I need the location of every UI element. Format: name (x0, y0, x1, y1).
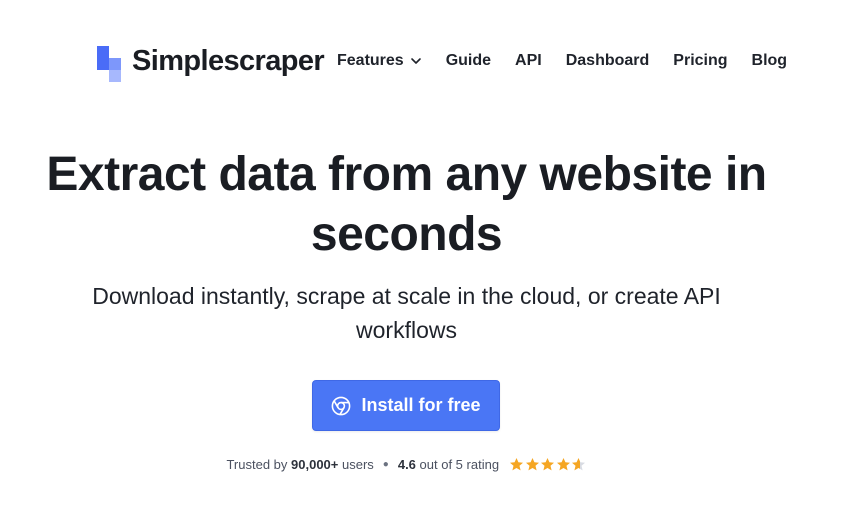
nav-features-label: Features (337, 52, 404, 69)
users-suffix: users (342, 457, 374, 472)
install-for-free-button[interactable]: Install for free (312, 380, 500, 431)
nav-features[interactable]: Features (337, 52, 422, 70)
star-icon (541, 458, 555, 471)
install-button-label: Install for free (361, 395, 481, 415)
logo-icon (97, 44, 121, 82)
chevron-down-icon (410, 58, 421, 64)
hero-title: Extract data from any website in seconds (0, 145, 813, 265)
trust-prefix: Trusted by (226, 457, 288, 472)
nav-pricing[interactable]: Pricing (673, 52, 727, 70)
brand-logo-link[interactable]: Simplescraper (97, 44, 325, 82)
star-icon (525, 458, 539, 471)
rating-stars (509, 457, 587, 472)
nav-dashboard[interactable]: Dashboard (566, 52, 650, 70)
hero-subtitle-line-1: Download instantly, scrape at scale in t… (92, 283, 721, 309)
star-icon (572, 458, 586, 471)
trust-line: Trusted by 90,000+ users ● 4.6 out of 5 … (0, 457, 813, 472)
hero-subtitle-line-2: workflows (356, 317, 457, 343)
nav-guide[interactable]: Guide (446, 52, 491, 70)
brand-name: Simplescraper (132, 45, 325, 77)
nav-blog[interactable]: Blog (752, 52, 788, 70)
rating-value: 4.6 (397, 457, 416, 472)
chrome-icon (332, 396, 351, 415)
separator-dot: ● (382, 459, 389, 470)
hero-subtitle: Download instantly, scrape at scale in t… (0, 279, 813, 347)
rating-suffix: out of 5 rating (419, 457, 500, 472)
hero-title-line-1: Extract data from any website in (46, 148, 767, 201)
users-count: 90,000+ (291, 457, 339, 472)
main-nav: Features Guide API Dashboard Pricing Blo… (337, 52, 787, 70)
star-icon (510, 458, 524, 471)
hero-title-line-2: seconds (310, 208, 503, 261)
nav-api[interactable]: API (515, 52, 542, 70)
star-icon (556, 458, 570, 471)
landing-page: Simplescraper Features Guide API Dashboa… (0, 0, 843, 521)
